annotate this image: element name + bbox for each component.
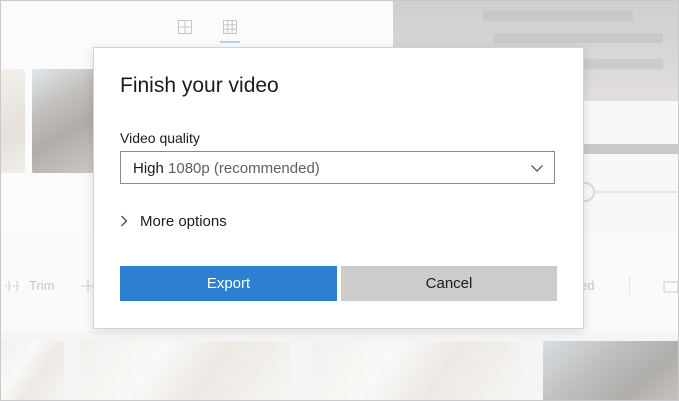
video-quality-label: Video quality bbox=[120, 130, 200, 146]
app-window: Trim ed Finish your video Video quality … bbox=[0, 0, 679, 401]
dialog-title: Finish your video bbox=[120, 74, 279, 97]
chevron-down-icon bbox=[531, 165, 543, 172]
export-button[interactable]: Export bbox=[120, 266, 337, 301]
selected-quality-value: High 1080p (recommended) bbox=[133, 160, 320, 177]
selected-quality-level: High bbox=[133, 160, 164, 177]
more-options-label: More options bbox=[140, 213, 227, 230]
finish-video-dialog: Finish your video Video quality High 108… bbox=[93, 47, 584, 329]
video-quality-select[interactable]: High 1080p (recommended) bbox=[120, 151, 555, 184]
selected-quality-detail: 1080p (recommended) bbox=[163, 160, 320, 177]
chevron-right-icon bbox=[121, 215, 128, 227]
cancel-button[interactable]: Cancel bbox=[341, 266, 557, 301]
